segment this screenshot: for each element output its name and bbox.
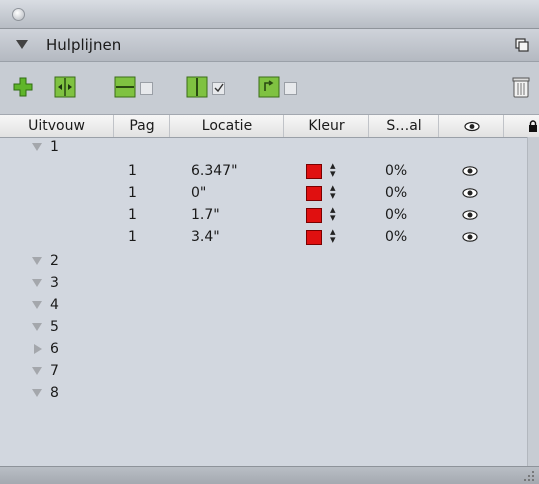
guide-color-swatch[interactable] [306,164,322,179]
group-label: 6 [50,341,59,357]
column-headers: Uitvouw Pag Locatie Kleur S…al [0,115,539,138]
disclosure-triangle-collapsed-icon[interactable] [34,344,42,354]
guide-scale[interactable]: 0% [385,185,407,201]
collapse-panel-icon[interactable] [16,40,28,49]
distribute-guides-icon[interactable] [54,76,76,98]
group-label: 3 [50,275,59,291]
add-guide-icon[interactable] [12,76,34,98]
column-header-location[interactable]: Locatie [169,115,284,137]
group-label: 5 [50,319,59,335]
guide-scale[interactable]: 0% [385,229,407,245]
horizontal-guide-checkbox[interactable] [140,82,153,95]
resize-grip-icon[interactable] [523,470,535,482]
group-row-6[interactable]: 6 [0,339,539,361]
disclosure-triangle-icon[interactable] [32,143,42,151]
group-row-1[interactable]: 1 [0,137,539,159]
guide-color-swatch[interactable] [306,208,322,223]
eye-icon[interactable] [462,187,478,199]
panel-menu-icon[interactable] [515,38,529,52]
snap-guide-checkbox[interactable] [284,82,297,95]
trash-icon[interactable] [511,76,531,98]
guide-location[interactable]: 3.4" [191,229,220,245]
disclosure-triangle-icon[interactable] [32,323,42,331]
disclosure-triangle-icon[interactable] [32,257,42,265]
group-row-2[interactable]: 2 [0,251,539,273]
color-stepper-icon[interactable]: ▴ ▾ [330,204,336,223]
scrollbar[interactable] [527,137,539,466]
column-header-color[interactable]: Kleur [283,115,369,137]
guide-page: 1 [128,207,137,223]
panel-title: Hulplijnen [46,36,122,54]
eye-icon [464,121,480,132]
guide-row[interactable]: 1 0" ▴ ▾ 0% [0,182,539,205]
color-stepper-icon[interactable]: ▴ ▾ [330,226,336,245]
group-label: 1 [50,139,59,155]
vertical-guide-icon[interactable] [186,76,208,98]
guide-location[interactable]: 0" [191,185,206,201]
disclosure-triangle-icon[interactable] [32,279,42,287]
lock-icon [529,120,537,132]
column-header-visibility[interactable] [438,115,504,137]
column-header-scale[interactable]: S…al [368,115,439,137]
group-row-4[interactable]: 4 [0,295,539,317]
horizontal-guide-icon[interactable] [114,76,136,98]
disclosure-triangle-icon[interactable] [32,389,42,397]
guides-toolbar [0,62,539,115]
group-label: 8 [50,385,59,401]
guide-color-swatch[interactable] [306,230,322,245]
window-titlebar [0,0,539,29]
guide-row[interactable]: 1 3.4" ▴ ▾ 0% [0,226,539,249]
group-row-3[interactable]: 3 [0,273,539,295]
close-window-button[interactable] [12,8,25,21]
eye-icon[interactable] [462,209,478,221]
column-header-expand[interactable]: Uitvouw [0,115,113,137]
disclosure-triangle-icon[interactable] [32,301,42,309]
panel-footer [0,466,539,484]
guide-page: 1 [128,185,137,201]
guide-scale[interactable]: 0% [385,163,407,179]
group-label: 4 [50,297,59,313]
guides-panel: Hulplijnen Uitvouw Pag Locatie Kleur S…a… [0,0,539,484]
guide-location[interactable]: 6.347" [191,163,238,179]
color-stepper-icon[interactable]: ▴ ▾ [330,160,336,179]
guide-page: 1 [128,229,137,245]
disclosure-triangle-icon[interactable] [32,367,42,375]
eye-icon[interactable] [462,231,478,243]
column-header-page[interactable]: Pag [113,115,170,137]
guide-row[interactable]: 1 1.7" ▴ ▾ 0% [0,204,539,227]
group-row-7[interactable]: 7 [0,361,539,383]
guides-list: 1 1 6.347" ▴ ▾ 0% 1 0" ▴ ▾ 0% 1 1.7" ▴ ▾ 0% [0,137,539,457]
column-header-lock[interactable] [503,115,539,137]
vertical-guide-checkbox[interactable] [212,82,225,95]
eye-icon[interactable] [462,165,478,177]
guide-color-swatch[interactable] [306,186,322,201]
guide-scale[interactable]: 0% [385,207,407,223]
group-row-8[interactable]: 8 [0,383,539,405]
group-row-5[interactable]: 5 [0,317,539,339]
guide-location[interactable]: 1.7" [191,207,220,223]
group-label: 7 [50,363,59,379]
guide-page: 1 [128,163,137,179]
group-label: 2 [50,253,59,269]
snap-guide-icon[interactable] [258,76,280,98]
guide-row[interactable]: 1 6.347" ▴ ▾ 0% [0,160,539,183]
panel-header[interactable]: Hulplijnen [0,29,539,62]
color-stepper-icon[interactable]: ▴ ▾ [330,182,336,201]
